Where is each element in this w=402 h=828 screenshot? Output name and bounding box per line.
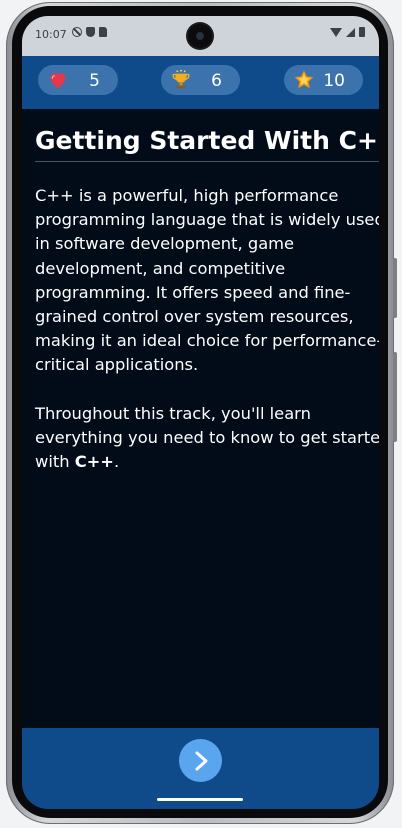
volume-button [393, 258, 397, 318]
wifi-icon [330, 28, 342, 37]
lives-pill[interactable]: 5 [38, 65, 118, 95]
heart-icon [50, 73, 66, 89]
trophies-count: 6 [211, 71, 222, 91]
sd-card-icon [99, 27, 107, 37]
lesson-title: Getting Started With C++ [35, 126, 379, 155]
lesson-paragraph: C++ is a powerful, high performance prog… [35, 186, 379, 375]
status-bar: 10:07 [22, 16, 379, 56]
chevron-right-icon [195, 751, 208, 771]
trophies-pill[interactable]: 6 [161, 65, 240, 95]
stats-header: 5 6 10 [22, 56, 379, 109]
lives-count: 5 [89, 71, 100, 91]
dnd-icon [72, 27, 82, 37]
next-button[interactable] [179, 739, 222, 782]
screen: 10:07 5 6 10 Getting Started With C++ C+… [22, 16, 379, 809]
power-button [393, 352, 397, 442]
lesson-footer [22, 728, 379, 809]
lesson-paragraph: Throughout this track, you'll learn ever… [35, 402, 379, 475]
battery-icon [359, 27, 365, 37]
status-notification-icons [72, 27, 107, 37]
trophy-icon [172, 69, 190, 89]
status-system-icons [330, 27, 365, 37]
stars-count: 10 [323, 71, 345, 91]
front-camera [188, 24, 212, 48]
emphasis-text: C++ [74, 452, 114, 472]
shield-icon [86, 27, 95, 37]
paragraph-text-end: . [113, 452, 120, 472]
status-time: 10:07 [35, 28, 67, 41]
signal-icon [346, 28, 355, 37]
stars-pill[interactable]: 10 [284, 65, 363, 95]
star-icon [294, 70, 314, 89]
title-divider [35, 161, 379, 162]
lesson-content: Getting Started With C++ C++ is a powerf… [35, 109, 379, 474]
gesture-bar[interactable] [157, 798, 243, 801]
